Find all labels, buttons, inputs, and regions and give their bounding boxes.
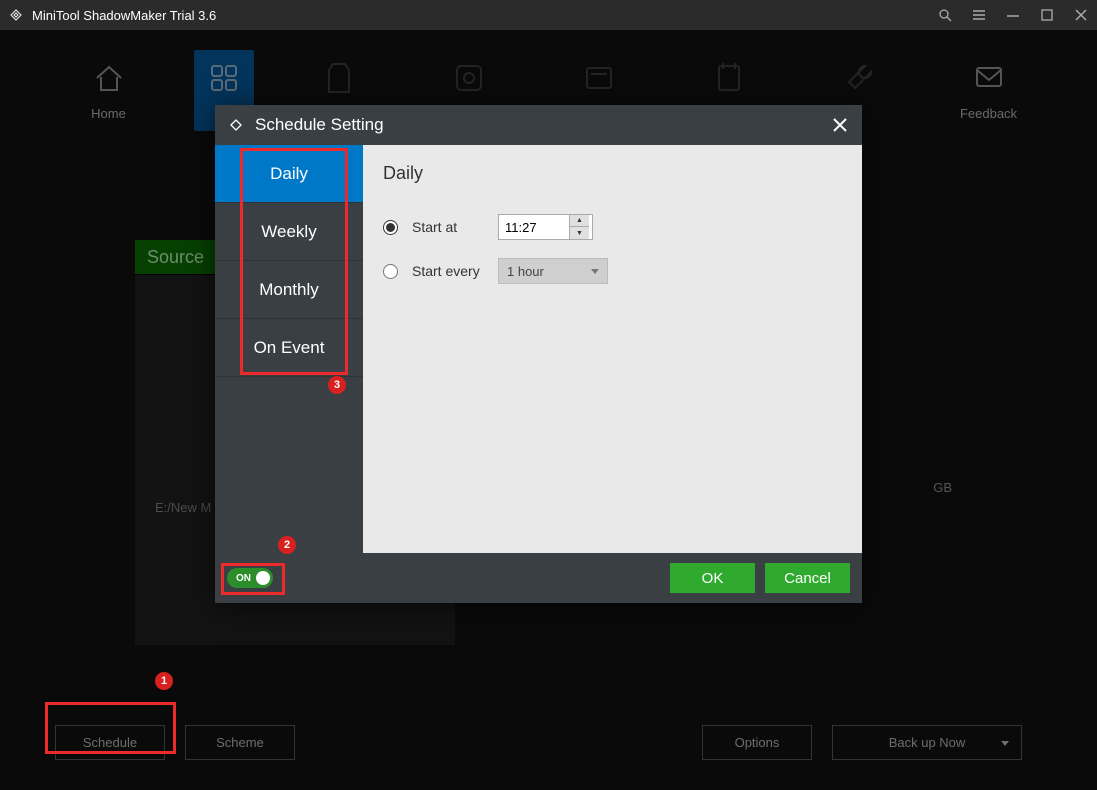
minimize-icon[interactable] <box>1005 7 1021 23</box>
bottom-bar: Schedule Scheme Options Back up Now <box>0 725 1097 760</box>
options-button[interactable]: Options <box>702 725 812 760</box>
titlebar: MiniTool ShadowMaker Trial 3.6 <box>0 0 1097 30</box>
source-path: E:/New M <box>155 500 211 515</box>
start-at-time-input[interactable]: ▲ ▼ <box>498 214 593 240</box>
annotation-badge-1: 1 <box>155 672 173 690</box>
tab-weekly[interactable]: Weekly <box>215 203 363 261</box>
schedule-button[interactable]: Schedule <box>55 725 165 760</box>
dialog-content: Daily Start at ▲ ▼ Start every 1 hour <box>363 145 862 553</box>
menu-icon[interactable] <box>971 7 987 23</box>
toggle-knob <box>256 571 270 585</box>
schedule-toggle[interactable]: ON <box>227 568 273 588</box>
dialog-footer: ON OK Cancel <box>215 553 862 603</box>
start-at-label: Start at <box>412 219 484 235</box>
start-every-label: Start every <box>412 263 484 279</box>
start-at-time-field[interactable] <box>499 220 569 235</box>
tab-daily[interactable]: Daily <box>215 145 363 203</box>
start-every-select[interactable]: 1 hour <box>498 258 608 284</box>
size-gb: GB <box>933 480 952 495</box>
cancel-button[interactable]: Cancel <box>765 563 850 593</box>
app-icon <box>8 7 24 23</box>
dialog-title: Schedule Setting <box>255 115 384 135</box>
dialog-sidebar: Daily Weekly Monthly On Event <box>215 145 363 553</box>
spin-up-icon[interactable]: ▲ <box>570 215 589 227</box>
window-controls <box>937 7 1089 23</box>
tab-on-event[interactable]: On Event <box>215 319 363 377</box>
dialog-icon <box>227 116 245 134</box>
start-every-radio[interactable] <box>383 264 398 279</box>
nav-home[interactable]: Home <box>79 60 139 121</box>
tab-monthly[interactable]: Monthly <box>215 261 363 319</box>
nav-home-label: Home <box>91 106 126 121</box>
spin-down-icon[interactable]: ▼ <box>570 227 589 239</box>
schedule-setting-dialog: Schedule Setting Daily Weekly Monthly On… <box>215 105 862 603</box>
app-title: MiniTool ShadowMaker Trial 3.6 <box>32 8 937 23</box>
nav-feedback[interactable]: Feedback <box>959 60 1019 121</box>
dialog-close-icon[interactable] <box>830 115 850 135</box>
toggle-label: ON <box>236 573 251 584</box>
ok-button[interactable]: OK <box>670 563 755 593</box>
content-heading: Daily <box>383 163 842 184</box>
maximize-icon[interactable] <box>1039 7 1055 23</box>
close-icon[interactable] <box>1073 7 1089 23</box>
backup-now-button[interactable]: Back up Now <box>832 725 1022 760</box>
scheme-button[interactable]: Scheme <box>185 725 295 760</box>
dialog-titlebar: Schedule Setting <box>215 105 862 145</box>
start-at-radio[interactable] <box>383 220 398 235</box>
nav-feedback-label: Feedback <box>960 106 1017 121</box>
search-icon[interactable] <box>937 7 953 23</box>
